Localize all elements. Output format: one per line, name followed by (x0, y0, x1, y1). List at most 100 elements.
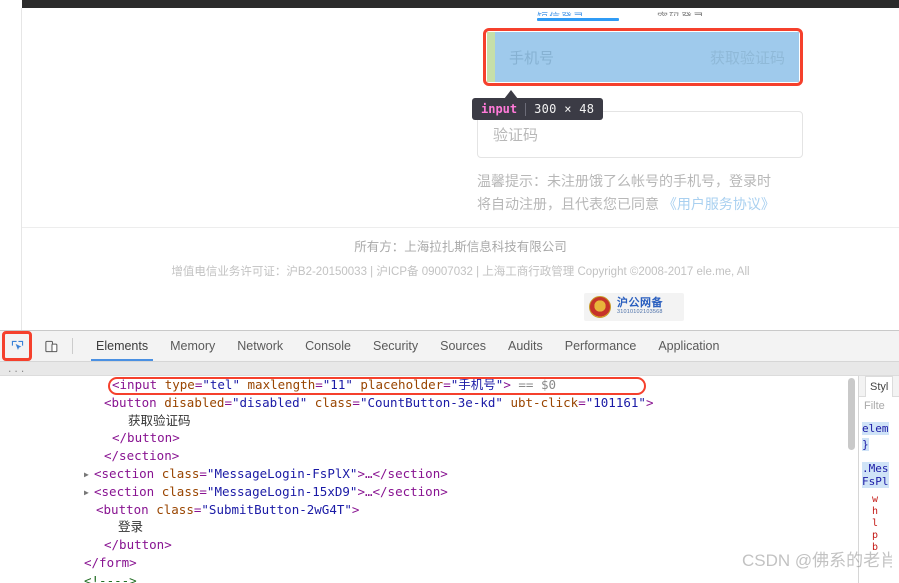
tooltip-divider (525, 102, 527, 116)
section-a-tag-name: section (101, 465, 155, 481)
styles-sidebar: Styl Filte elem } .Mes FsPl w h l p b (858, 376, 899, 583)
tab-console[interactable]: Console (294, 331, 362, 361)
selected-node-marker: == $0 (518, 377, 557, 392)
phone-input-inspect-region: 手机号 获取验证码 (483, 28, 803, 86)
dom-tree[interactable]: <input type="tel" maxlength="11" placeho… (0, 376, 856, 583)
style-rule-selector-line1[interactable]: .Mes (862, 462, 889, 475)
devtools-tab-strip: Elements Memory Network Console Security… (85, 331, 730, 361)
element-size-tooltip: input 300 × 48 (472, 98, 604, 120)
expand-arrow-icon[interactable]: ▶ (84, 484, 94, 502)
section-a-end-tag: </section> (372, 465, 448, 481)
style-rule-selector-line2[interactable]: FsPl (862, 475, 889, 488)
section-b-attr-class: class (161, 483, 200, 499)
input-open-bracket: < (112, 377, 120, 392)
tab-network[interactable]: Network (226, 331, 294, 361)
dom-line-submit-open[interactable]: <button class="SubmitButton-2wG4T"> (0, 501, 856, 519)
tab-memory[interactable]: Memory (159, 331, 226, 361)
style-rule-element-brace: } (862, 438, 869, 451)
dom-tree-scrollbar-thumb[interactable] (848, 378, 855, 450)
dom-line-comment[interactable]: <!----> (0, 572, 856, 583)
devtools-toolbar: Elements Memory Network Console Security… (0, 331, 899, 362)
dom-line-button-text[interactable]: 获取验证码 (0, 412, 856, 430)
section-b-tag-name: section (101, 483, 155, 499)
button-attr-disabled: disabled (164, 394, 225, 410)
dom-line-section-close[interactable]: </section> (0, 447, 856, 465)
section-b-open-bracket: < (94, 483, 102, 499)
tooltip-tag-name: input (481, 102, 518, 116)
dom-breadcrumb-bar[interactable]: ... (0, 362, 899, 376)
input-tag-name: input (119, 377, 158, 392)
dom-line-form-close[interactable]: </form> (0, 554, 856, 572)
button-open-bracket: < (104, 394, 112, 410)
input-val-maxlength: "11" (322, 377, 353, 392)
toolbar-divider (72, 338, 73, 354)
styles-filter-input[interactable]: Filte (864, 400, 885, 412)
submit-attr-class: class (156, 501, 194, 517)
registration-hint: 温馨提示：未注册饿了么帐号的手机号，登录时 将自动注册，且代表您已同意 《用户服… (477, 170, 817, 216)
page-top-strip-gap (0, 0, 22, 8)
tab-application[interactable]: Application (647, 331, 730, 361)
section-a-close-bracket: > (357, 465, 365, 481)
section-b-val-class: "MessageLogin-15xD9" (206, 483, 358, 499)
tooltip-dimensions: 300 × 48 (534, 102, 595, 116)
device-toolbar-icon (44, 339, 59, 354)
police-record-badge[interactable]: 沪公网备 31010102103568 (584, 293, 684, 321)
style-rule-element[interactable]: elem (862, 422, 889, 435)
button-val-disabled: "disabled" (231, 394, 308, 410)
input-close-bracket: > (503, 377, 511, 392)
tab-performance[interactable]: Performance (554, 331, 648, 361)
hint-line-2-prefix: 将自动注册，且代表您已同意 (477, 196, 663, 212)
style-prop-5[interactable]: b (872, 542, 878, 554)
dom-line-button-open[interactable]: <button disabled="disabled" class="Count… (0, 394, 856, 412)
breadcrumb-overflow-icon[interactable]: ... (7, 365, 26, 375)
styles-sidebar-tabbar: Styl (859, 376, 899, 397)
input-attr-type: type (164, 377, 195, 392)
dom-line-input[interactable]: <input type="tel" maxlength="11" placeho… (0, 376, 856, 395)
phone-input-row[interactable]: 手机号 获取验证码 (495, 32, 799, 82)
submit-tag-name: button (103, 501, 149, 517)
highlight-content-box: 手机号 获取验证码 (495, 32, 799, 82)
style-prop-2[interactable]: h (872, 506, 878, 518)
button-text-node: 获取验证码 (128, 413, 191, 428)
login-tab-password[interactable]: 密码登录 (657, 9, 705, 16)
style-prop-3[interactable]: l (872, 518, 878, 530)
tab-security[interactable]: Security (362, 331, 429, 361)
footer-license: 增值电信业务许可证：沪B2-20150033 | 沪ICP备 09007032 … (171, 266, 750, 278)
section-b-close-bracket: > (357, 483, 365, 499)
dom-tree-scrollbar[interactable] (848, 378, 855, 581)
html-comment-node: <!----> (84, 572, 137, 583)
section-a-open-bracket: < (94, 465, 102, 481)
toggle-device-toolbar-button[interactable] (34, 331, 68, 361)
style-prop-4[interactable]: p (872, 530, 878, 542)
tab-styles[interactable]: Styl (865, 376, 894, 397)
submit-text-node: 登录 (118, 520, 144, 535)
button-closing-tag: </button> (112, 430, 180, 446)
submit-open-bracket: < (96, 501, 104, 517)
hint-line-1: 温馨提示：未注册饿了么帐号的手机号，登录时 (477, 173, 771, 189)
dom-line-section-b[interactable]: ▶ <section class="MessageLogin-15xD9">…</… (0, 483, 856, 501)
dom-line-submit-text[interactable]: 登录 (0, 518, 856, 536)
user-agreement-link[interactable]: 《用户服务协议》 (663, 196, 775, 212)
input-val-placeholder: "手机号" (450, 377, 504, 392)
dom-line-button-close[interactable]: </button> (0, 429, 856, 447)
tab-sources[interactable]: Sources (429, 331, 497, 361)
style-prop-1[interactable]: w (872, 494, 878, 506)
section-b-end-tag: </section> (372, 483, 448, 499)
button-val-ubtclick: "101161" (585, 394, 646, 410)
button-attr-class: class (314, 394, 353, 410)
footer-owner: 所有方：上海拉扎斯信息科技有限公司 (354, 240, 567, 254)
section-b-ellipsis: … (364, 483, 373, 499)
submit-closing-tag: </button> (104, 537, 172, 553)
dom-line-section-a[interactable]: ▶ <section class="MessageLogin-FsPlX">…</… (0, 465, 856, 483)
dom-line-submit-close[interactable]: </button> (0, 536, 856, 554)
inspect-element-button[interactable] (0, 331, 34, 361)
captcha-input-placeholder: 验证码 (493, 127, 539, 144)
expand-arrow-icon[interactable]: ▶ (84, 466, 94, 484)
browser-page: 短信登录 密码登录 手机号 获取验证码 input 300 × 48 (0, 0, 899, 330)
get-captcha-button[interactable]: 获取验证码 (710, 47, 785, 68)
tab-elements[interactable]: Elements (85, 331, 159, 361)
input-attr-placeholder: placeholder (360, 377, 444, 392)
tab-audits[interactable]: Audits (497, 331, 554, 361)
section-closing-tag: </section> (104, 448, 180, 464)
login-tab-sms[interactable]: 短信登录 (537, 9, 585, 16)
